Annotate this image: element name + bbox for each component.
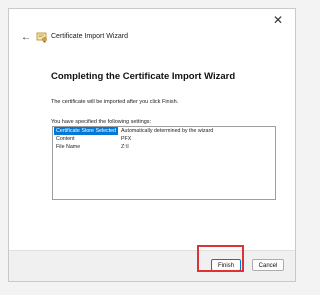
close-button[interactable]: ✕	[271, 13, 285, 27]
back-button[interactable]: ←	[19, 31, 33, 45]
settings-key: File Name	[56, 144, 81, 150]
settings-label: You have specified the following setting…	[51, 119, 152, 125]
cancel-button[interactable]: Cancel	[252, 259, 284, 271]
window-title: Certificate Import Wizard	[51, 33, 129, 40]
certificate-icon	[36, 32, 47, 43]
settings-row[interactable]: Content PFX	[53, 135, 275, 143]
settings-row[interactable]: Certificate Store Selected Automatically…	[53, 127, 275, 135]
wizard-window: ✕ ← Certificate Import Wizard Completing…	[8, 8, 296, 282]
settings-value: Z:\ا	[121, 144, 129, 150]
settings-list[interactable]: Certificate Store Selected Automatically…	[52, 126, 276, 200]
settings-key: Certificate Store Selected	[54, 127, 118, 135]
settings-value: Automatically determined by the wizard	[121, 128, 214, 134]
close-icon: ✕	[272, 13, 284, 27]
finish-button[interactable]: Finish	[211, 259, 241, 271]
description-text: The certificate will be imported after y…	[51, 99, 179, 105]
settings-value: PFX	[121, 136, 132, 142]
page-title: Completing the Certificate Import Wizard	[51, 71, 236, 82]
button-bar: Finish Cancel	[9, 250, 295, 281]
settings-row[interactable]: File Name Z:\ا	[53, 143, 275, 151]
settings-key: Content	[56, 136, 75, 142]
back-arrow-icon: ←	[21, 32, 31, 43]
